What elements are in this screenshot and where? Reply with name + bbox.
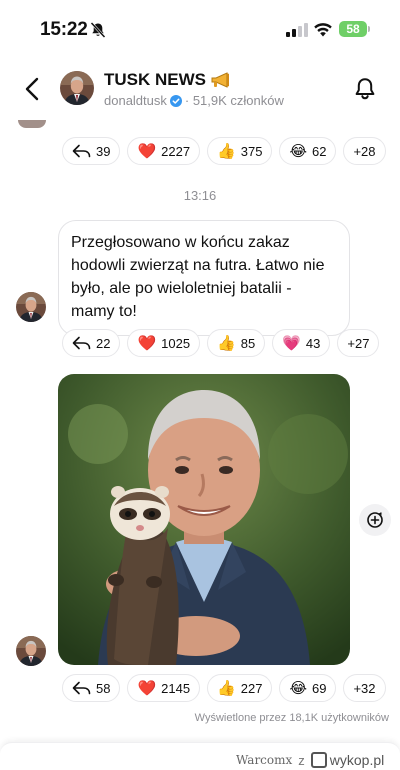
reaction-thumbs-up[interactable]: 👍 375 <box>207 137 273 165</box>
message-bubble[interactable]: Przegłosowano w końcu zakaz hodowli zwie… <box>58 220 350 336</box>
reaction-count: 227 <box>240 680 263 696</box>
heart-emoji-icon: ❤️ <box>137 333 157 352</box>
status-bar: 15:22 58 <box>0 0 400 58</box>
reply-count: 58 <box>96 680 111 696</box>
sparkling-heart-emoji-icon: 💗 <box>282 333 301 352</box>
reply-arrow-icon <box>72 681 91 695</box>
reaction-count: 1025 <box>161 335 191 351</box>
channel-avatar[interactable] <box>60 71 94 105</box>
photo-illustration <box>58 374 350 665</box>
watermark-letter: z <box>298 752 305 768</box>
reply-arrow-icon <box>72 336 91 350</box>
sender-avatar[interactable] <box>16 292 46 322</box>
reaction-heart[interactable]: ❤️ 1025 <box>127 329 201 357</box>
reaction-heart[interactable]: ❤️ 2227 <box>127 137 201 165</box>
thumbs-up-emoji-icon: 👍 <box>217 333 236 352</box>
reaction-count: 62 <box>312 143 327 159</box>
message-photo[interactable] <box>58 374 350 665</box>
megaphone-icon <box>211 72 229 88</box>
share-button[interactable] <box>359 504 391 536</box>
reaction-heart[interactable]: ❤️ 2145 <box>127 674 201 702</box>
reaction-count: 85 <box>240 335 256 351</box>
reaction-sparkling-heart[interactable]: 💗 43 <box>272 329 331 357</box>
thumbs-up-emoji-icon: 👍 <box>217 678 236 697</box>
wykop-logo: wykop.pl <box>310 752 385 768</box>
more-reactions-button[interactable]: +32 <box>343 674 386 702</box>
watermark: Warcomx z wykop.pl <box>236 750 384 770</box>
views-count: Wyświetlone przez 18,1K użytkowników <box>194 712 389 724</box>
watermark-user: Warcomx <box>236 753 293 767</box>
cellular-signal-icon <box>286 23 308 37</box>
share-icon <box>367 512 383 528</box>
more-reactions-button[interactable]: +27 <box>337 329 380 357</box>
reactions-row-text-post: 22 ❤️ 1025 👍 85 💗 43 +27 <box>62 329 380 357</box>
thumbs-up-emoji-icon: 👍 <box>217 141 236 160</box>
channel-handle: donaldtusk <box>104 93 167 108</box>
channel-title[interactable]: TUSK NEWS <box>104 70 232 90</box>
back-arrow-icon[interactable] <box>20 74 44 104</box>
reply-button[interactable]: 39 <box>62 137 121 165</box>
more-reactions-button[interactable]: +28 <box>343 137 386 165</box>
notification-bell-icon[interactable] <box>353 76 377 102</box>
wykop-logo-icon <box>310 752 327 768</box>
message-timestamp: 13:16 <box>183 188 217 203</box>
wifi-icon <box>314 23 332 37</box>
reaction-laughing[interactable]: 😂 69 <box>279 674 337 702</box>
channel-title-text: TUSK NEWS <box>104 70 206 89</box>
heart-emoji-icon: ❤️ <box>137 141 157 160</box>
status-time: 15:22 <box>40 19 88 40</box>
reply-button[interactable]: 22 <box>62 329 121 357</box>
laughing-emoji-icon: 😂 <box>289 678 307 697</box>
more-reactions-count: +27 <box>347 335 370 351</box>
reply-count: 22 <box>96 335 111 351</box>
reactions-row-previous: 39 ❤️ 2227 👍 375 😂 62 +28 <box>62 137 386 165</box>
reply-button[interactable]: 58 <box>62 674 121 702</box>
bell-muted-icon <box>90 22 106 38</box>
sender-avatar[interactable] <box>16 636 46 666</box>
members-count: · 51,9K członków <box>184 93 284 108</box>
verified-badge-icon <box>169 94 182 107</box>
chat-header: TUSK NEWS donaldtusk · 51,9K członków <box>0 58 400 122</box>
reaction-count: 69 <box>312 680 327 696</box>
previous-message-avatar <box>18 120 46 128</box>
channel-subtitle: donaldtusk · 51,9K członków <box>104 93 284 108</box>
battery-icon: 58 <box>339 21 370 37</box>
reaction-count: 43 <box>305 335 321 351</box>
reaction-thumbs-up[interactable]: 👍 227 <box>207 674 273 702</box>
more-reactions-count: +32 <box>353 680 376 696</box>
reaction-laughing[interactable]: 😂 62 <box>279 137 337 165</box>
reaction-thumbs-up[interactable]: 👍 85 <box>207 329 266 357</box>
more-reactions-count: +28 <box>353 143 376 159</box>
watermark-site: wykop.pl <box>329 752 385 768</box>
reactions-row-photo-post: 58 ❤️ 2145 👍 227 😂 69 +32 <box>62 674 386 702</box>
reply-arrow-icon <box>72 144 91 158</box>
reply-count: 39 <box>96 143 111 159</box>
heart-emoji-icon: ❤️ <box>137 678 157 697</box>
reaction-count: 2227 <box>161 143 191 159</box>
laughing-emoji-icon: 😂 <box>289 141 307 160</box>
reaction-count: 2145 <box>161 680 191 696</box>
reaction-count: 375 <box>240 143 263 159</box>
